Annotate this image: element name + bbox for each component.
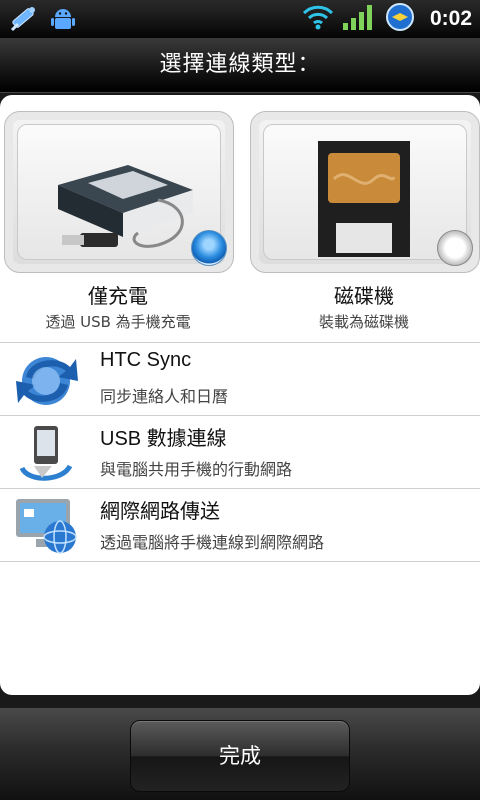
clock: 0:02 — [429, 7, 472, 30]
list-item-subtitle: 透過電腦將手機連線到網際網路 — [100, 533, 325, 552]
dialog-title: 選擇連線類型： — [0, 38, 480, 93]
list-item-internet-pass-through[interactable]: 網際網路傳送 透過電腦將手機連線到網際網路 — [0, 488, 480, 562]
status-bar: 0:02 — [0, 0, 480, 38]
memory-card-icon — [314, 139, 414, 267]
bottom-bar: 完成 — [0, 708, 480, 800]
option-card-charge-only[interactable] — [4, 111, 234, 273]
sync-arrows-icon — [12, 349, 82, 411]
radio-charge-only[interactable] — [191, 230, 227, 266]
list-item-title: HTC Sync — [100, 349, 192, 371]
list-item-title: USB 數據連線 — [100, 428, 227, 450]
usb-debug-icon — [8, 4, 40, 38]
android-icon — [48, 4, 78, 38]
option-subtitle: 透過 USB 為手機充電 — [45, 313, 191, 331]
option-card-disk-drive[interactable] — [250, 111, 480, 273]
list-item-usb-tethering[interactable]: USB 數據連線 與電腦共用手機的行動網路 — [0, 415, 480, 488]
done-button[interactable]: 完成 — [130, 720, 350, 792]
option-subtitle: 裝載為磁碟機 — [318, 313, 409, 331]
wifi-icon — [302, 3, 334, 35]
list-item-subtitle: 與電腦共用手機的行動網路 — [100, 460, 293, 479]
usb-charger-icon — [48, 145, 198, 259]
connection-type-panel: 僅充電 透過 USB 為手機充電 磁碟機 裝載為磁碟機 HTC Sync 同步連… — [0, 95, 480, 695]
radio-disk-drive[interactable] — [437, 230, 473, 266]
signal-icon — [342, 3, 376, 35]
option-label-charge-only: 僅充電 透過 USB 為手機充電 — [0, 280, 238, 332]
option-label-disk-drive: 磁碟機 裝載為磁碟機 — [244, 280, 480, 332]
option-title: 磁碟機 — [334, 284, 394, 308]
usb-tether-icon — [12, 422, 82, 484]
list-item-title: 網際網路傳送 — [100, 501, 220, 523]
internet-pass-through-icon — [12, 495, 82, 557]
option-title: 僅充電 — [88, 284, 148, 308]
connection-list: HTC Sync 同步連絡人和日曆 USB 數據連線 與電腦共用手機的行動網路 — [0, 342, 480, 562]
list-item-htc-sync[interactable]: HTC Sync 同步連絡人和日曆 — [0, 342, 480, 415]
sync-icon — [384, 2, 416, 36]
list-item-subtitle: 同步連絡人和日曆 — [100, 387, 229, 406]
